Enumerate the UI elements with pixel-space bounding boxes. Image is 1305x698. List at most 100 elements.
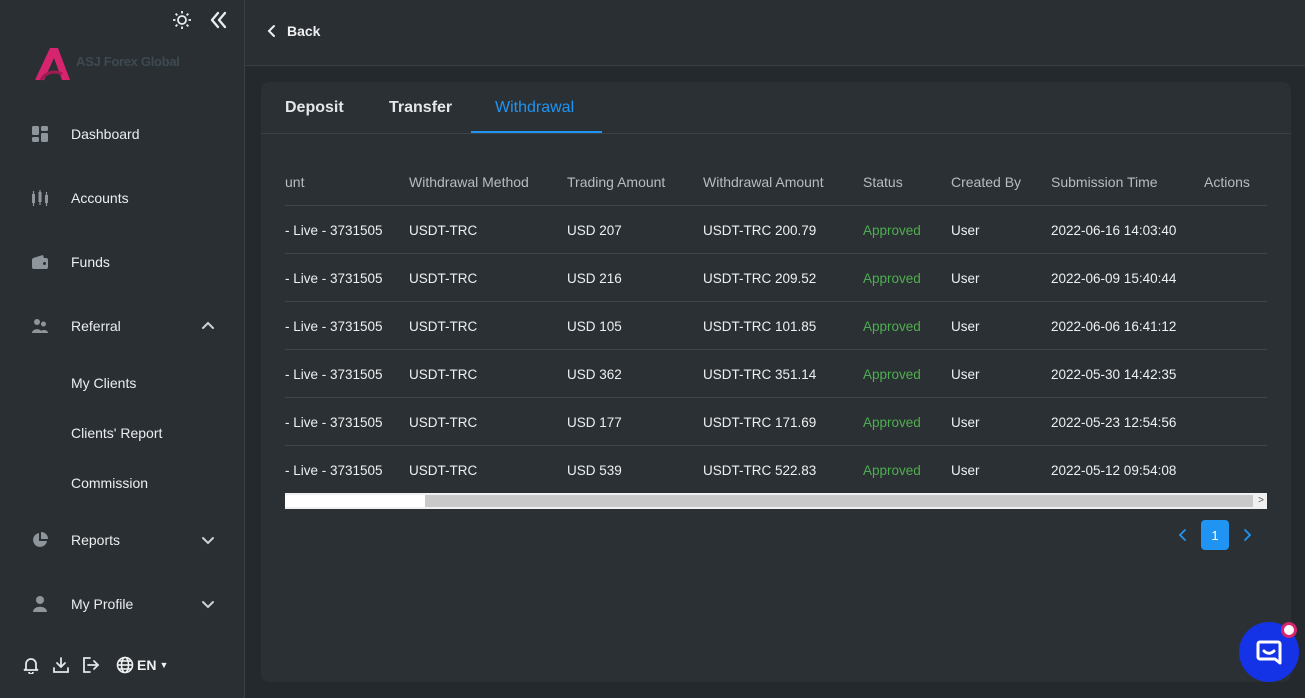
cell-status: Approved bbox=[863, 319, 921, 334]
scrollbar-track[interactable] bbox=[425, 495, 1253, 507]
table-row[interactable]: - Live - 3731505 USDT-TRC USD 362 USDT-T… bbox=[285, 350, 1267, 398]
sidebar-item-funds[interactable]: Funds bbox=[0, 242, 244, 282]
download-icon[interactable] bbox=[52, 656, 70, 674]
table-header: unt Withdrawal Method Trading Amount Wit… bbox=[285, 159, 1267, 206]
tab-deposit[interactable]: Deposit bbox=[285, 99, 344, 117]
table-row[interactable]: - Live - 3731505 USDT-TRC USD 177 USDT-T… bbox=[285, 398, 1267, 446]
cell-submission-time: 2022-06-09 15:40:44 bbox=[1051, 271, 1177, 286]
user-icon bbox=[31, 595, 49, 613]
bell-icon[interactable] bbox=[22, 656, 40, 675]
cell-withdrawal-amount: USDT-TRC 209.52 bbox=[703, 271, 817, 286]
sidebar-item-label: Accounts bbox=[71, 190, 129, 206]
language-selector[interactable]: EN ▼ bbox=[116, 656, 168, 674]
cell-created-by: User bbox=[951, 223, 980, 238]
chevron-up-icon bbox=[200, 318, 216, 334]
chevron-down-icon bbox=[200, 532, 216, 548]
page-number-button[interactable]: 1 bbox=[1201, 520, 1229, 550]
cell-status: Approved bbox=[863, 271, 921, 286]
chevron-left-icon bbox=[267, 25, 275, 37]
cell-created-by: User bbox=[951, 367, 980, 382]
sidebar-subitem-commission[interactable]: Commission bbox=[71, 475, 148, 491]
cell-created-by: User bbox=[951, 463, 980, 478]
table-row[interactable]: - Live - 3731505 USDT-TRC USD 539 USDT-T… bbox=[285, 446, 1267, 494]
users-icon bbox=[31, 317, 49, 335]
sidebar-item-my-profile[interactable]: My Profile bbox=[0, 584, 244, 624]
cell-withdrawal-amount: USDT-TRC 200.79 bbox=[703, 223, 817, 238]
accounts-icon bbox=[31, 189, 49, 207]
wallet-icon bbox=[31, 253, 49, 271]
cell-method: USDT-TRC bbox=[409, 463, 478, 478]
chevron-down-icon bbox=[200, 596, 216, 612]
transactions-card: Deposit Transfer Withdrawal unt Withdraw… bbox=[261, 82, 1291, 682]
cell-account: - Live - 3731505 bbox=[285, 463, 383, 478]
sidebar-subitem-clients-report[interactable]: Clients' Report bbox=[71, 425, 162, 441]
sidebar-bottom-bar: EN ▼ bbox=[22, 656, 168, 675]
table-row[interactable]: - Live - 3731505 USDT-TRC USD 207 USDT-T… bbox=[285, 206, 1267, 254]
sidebar-item-label: My Profile bbox=[71, 596, 134, 612]
sidebar-top-icons bbox=[172, 10, 228, 30]
column-header-submission-time[interactable]: Submission Time bbox=[1051, 174, 1158, 190]
sidebar-item-label: Funds bbox=[71, 254, 110, 270]
collapse-icon[interactable] bbox=[208, 10, 228, 30]
cell-submission-time: 2022-05-12 09:54:08 bbox=[1051, 463, 1177, 478]
prev-page-icon[interactable] bbox=[1175, 527, 1191, 543]
scroll-right-icon[interactable]: > bbox=[1255, 494, 1267, 508]
cell-method: USDT-TRC bbox=[409, 319, 478, 334]
notification-dot bbox=[1281, 622, 1297, 638]
scrollbar-thumb[interactable] bbox=[285, 495, 425, 507]
cell-created-by: User bbox=[951, 271, 980, 286]
column-header-status[interactable]: Status bbox=[863, 174, 903, 190]
sidebar: ASJ Forex Global Dashboard Accounts Fund… bbox=[0, 0, 245, 698]
sidebar-subitem-my-clients[interactable]: My Clients bbox=[71, 375, 136, 391]
brand-logo[interactable]: ASJ Forex Global bbox=[32, 42, 180, 84]
horizontal-scrollbar[interactable]: < > bbox=[285, 493, 1267, 509]
cell-submission-time: 2022-06-06 16:41:12 bbox=[1051, 319, 1177, 334]
tab-transfer[interactable]: Transfer bbox=[389, 99, 452, 117]
next-page-icon[interactable] bbox=[1239, 527, 1255, 543]
cell-status: Approved bbox=[863, 367, 921, 382]
cell-method: USDT-TRC bbox=[409, 367, 478, 382]
back-button[interactable]: Back bbox=[265, 23, 320, 39]
pie-chart-icon bbox=[31, 531, 49, 549]
cell-trading-amount: USD 362 bbox=[567, 367, 622, 382]
cell-account: - Live - 3731505 bbox=[285, 415, 383, 430]
sidebar-item-accounts[interactable]: Accounts bbox=[0, 178, 244, 218]
cell-trading-amount: USD 216 bbox=[567, 271, 622, 286]
cell-withdrawal-amount: USDT-TRC 171.69 bbox=[703, 415, 817, 430]
logout-icon[interactable] bbox=[82, 656, 100, 674]
sidebar-item-dashboard[interactable]: Dashboard bbox=[0, 114, 244, 154]
column-header-withdrawal-amount[interactable]: Withdrawal Amount bbox=[703, 174, 824, 190]
cell-submission-time: 2022-06-16 14:03:40 bbox=[1051, 223, 1177, 238]
chat-icon bbox=[1256, 640, 1282, 665]
table-row[interactable]: - Live - 3731505 USDT-TRC USD 216 USDT-T… bbox=[285, 254, 1267, 302]
dashboard-icon bbox=[31, 125, 49, 143]
sidebar-item-referral[interactable]: Referral bbox=[0, 306, 244, 346]
cell-method: USDT-TRC bbox=[409, 271, 478, 286]
column-header-created-by[interactable]: Created By bbox=[951, 174, 1021, 190]
cell-trading-amount: USD 207 bbox=[567, 223, 622, 238]
logo-mark-icon bbox=[35, 48, 70, 81]
sidebar-item-label: Dashboard bbox=[71, 126, 140, 142]
cell-created-by: User bbox=[951, 415, 980, 430]
cell-withdrawal-amount: USDT-TRC 101.85 bbox=[703, 319, 817, 334]
chat-widget-button[interactable] bbox=[1239, 622, 1299, 682]
top-header: Back bbox=[245, 0, 1305, 66]
globe-icon bbox=[116, 656, 134, 674]
sidebar-item-reports[interactable]: Reports bbox=[0, 520, 244, 560]
cell-status: Approved bbox=[863, 415, 921, 430]
back-label: Back bbox=[287, 23, 321, 39]
column-header-account[interactable]: unt bbox=[285, 174, 304, 190]
column-header-trading-amount[interactable]: Trading Amount bbox=[567, 174, 665, 190]
column-header-method[interactable]: Withdrawal Method bbox=[409, 174, 529, 190]
sun-icon[interactable] bbox=[172, 10, 192, 30]
cell-trading-amount: USD 105 bbox=[567, 319, 622, 334]
tab-bar: Deposit Transfer Withdrawal bbox=[261, 82, 1291, 134]
table-row[interactable]: - Live - 3731505 USDT-TRC USD 105 USDT-T… bbox=[285, 302, 1267, 350]
tab-withdrawal[interactable]: Withdrawal bbox=[495, 99, 574, 117]
cell-withdrawal-amount: USDT-TRC 522.83 bbox=[703, 463, 817, 478]
cell-status: Approved bbox=[863, 223, 921, 238]
cell-created-by: User bbox=[951, 319, 980, 334]
cell-account: - Live - 3731505 bbox=[285, 367, 383, 382]
cell-trading-amount: USD 177 bbox=[567, 415, 622, 430]
sidebar-item-label: Referral bbox=[71, 318, 121, 334]
